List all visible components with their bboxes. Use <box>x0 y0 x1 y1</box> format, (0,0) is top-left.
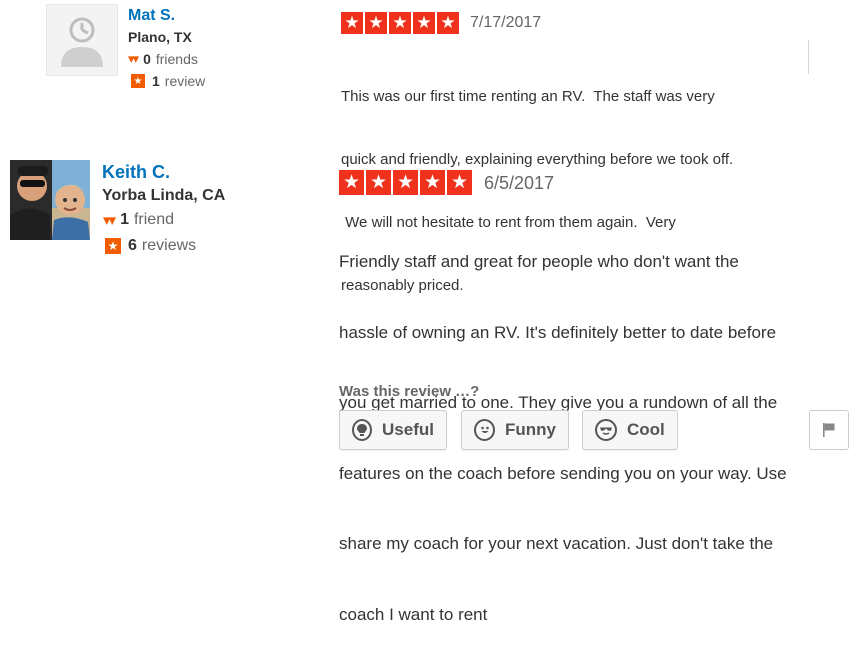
flag-icon <box>823 423 835 437</box>
cool-label: Cool <box>627 420 665 439</box>
user-location: Yorba Linda, CA <box>102 187 226 204</box>
reviews-count: 1 <box>152 73 160 89</box>
friends-count: 1 <box>120 211 129 228</box>
review-text-line: hassle of owning an RV. It's definitely … <box>339 322 777 342</box>
lightbulb-icon <box>352 419 373 441</box>
star-icon: ★ <box>365 12 387 34</box>
star-icon: ★ <box>339 170 364 195</box>
user-avatar[interactable] <box>10 160 90 240</box>
star-icon: ★ <box>366 170 391 195</box>
review-star-icon: ★ <box>131 74 145 88</box>
star-icon: ★ <box>389 12 411 34</box>
funny-button[interactable]: Funny <box>461 410 569 450</box>
friends-stat: ▾▾ 0 friends <box>128 51 198 67</box>
star-rating: ★ ★ ★ ★ ★ <box>339 170 472 195</box>
star-icon: ★ <box>413 12 435 34</box>
review-star-icon: ★ <box>105 238 121 254</box>
user-avatar[interactable] <box>46 4 118 76</box>
useful-label: Useful <box>382 420 434 439</box>
friends-label: friends <box>155 51 198 67</box>
smiley-icon <box>474 419 495 441</box>
star-icon: ★ <box>447 170 472 195</box>
star-icon: ★ <box>420 170 445 195</box>
star-icon: ★ <box>341 12 363 34</box>
funny-label: Funny <box>505 420 556 439</box>
reviews-label: review <box>164 73 206 89</box>
friends-label: friend <box>133 211 174 228</box>
reviews-stat: ★ 1 review <box>131 73 205 89</box>
friends-icon: ▾▾ <box>128 51 139 66</box>
review-text-line: coach I want to rent <box>339 604 488 624</box>
friends-stat: ▾▾ 1 friend <box>103 211 174 229</box>
user-name-link[interactable]: Keith C. <box>102 162 170 183</box>
star-icon: ★ <box>437 12 459 34</box>
user-location: Plano, TX <box>128 29 192 45</box>
review-date: 7/17/2017 <box>470 14 542 31</box>
review-date: 6/5/2017 <box>484 173 555 193</box>
reviews-count: 6 <box>128 237 137 254</box>
star-icon: ★ <box>393 170 418 195</box>
default-avatar-icon <box>61 17 103 67</box>
review-text-line: quick and friendly, explaining everythin… <box>341 151 734 168</box>
friends-icon: ▾▾ <box>103 212 116 229</box>
feedback-prompt: Was this review …? <box>339 383 480 400</box>
review-text-line: This was our first time renting an RV. T… <box>341 88 715 105</box>
useful-button[interactable]: Useful <box>339 410 447 450</box>
reviews-label: reviews <box>141 237 197 254</box>
star-rating: ★ ★ ★ ★ ★ <box>341 12 459 34</box>
flag-review-button[interactable] <box>809 410 849 450</box>
user-photo <box>10 160 90 240</box>
review-text-line: features on the coach before sending you… <box>339 463 787 483</box>
sunglasses-icon <box>595 419 617 441</box>
review-text-line: Friendly staff and great for people who … <box>339 252 739 271</box>
user-name-link[interactable]: Mat S. <box>128 7 175 25</box>
review-text-line: share my coach for your next vacation. J… <box>339 534 774 553</box>
divider <box>808 40 809 74</box>
friends-count: 0 <box>143 51 151 67</box>
reviews-stat: ★ 6 reviews <box>105 237 196 255</box>
cool-button[interactable]: Cool <box>582 410 678 450</box>
